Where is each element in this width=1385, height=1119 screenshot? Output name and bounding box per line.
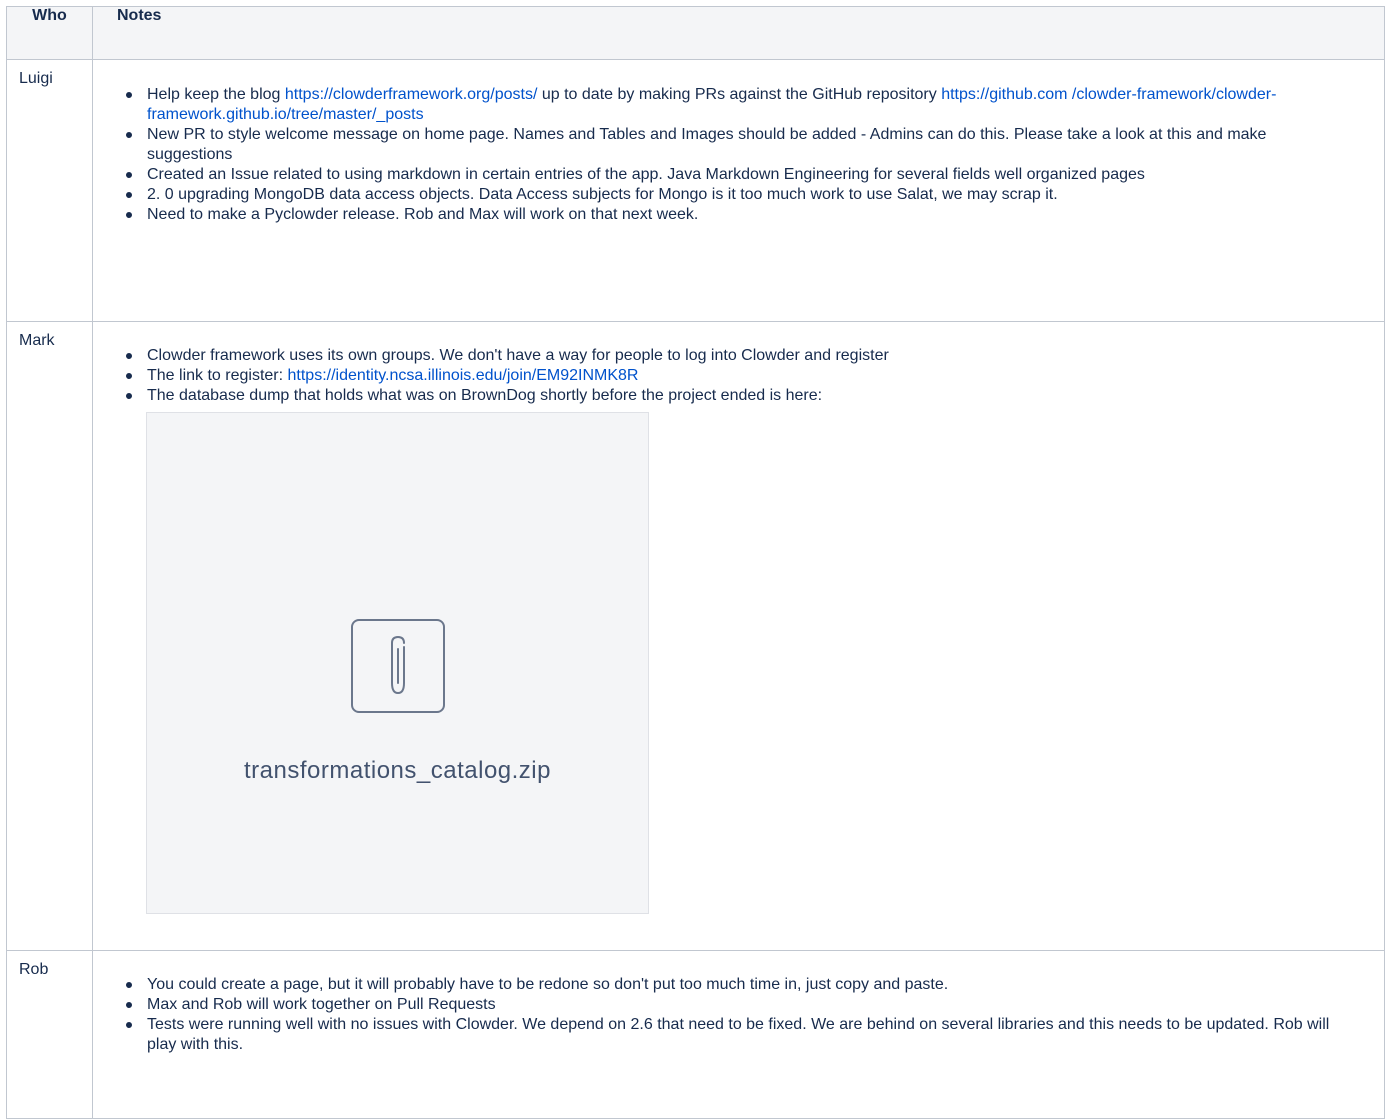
bullet-icon <box>126 353 132 359</box>
note-text: Tests were running well with no issues w… <box>147 1016 1330 1053</box>
blog-posts-link[interactable]: https://clowderframework.org/posts/ <box>285 86 538 103</box>
bullet-icon <box>126 172 132 178</box>
bullet-icon <box>126 1022 132 1028</box>
bullet-icon <box>126 92 132 98</box>
note-text: The link to register: <box>147 367 288 384</box>
bullet-icon <box>126 393 132 399</box>
paperclip-icon <box>350 619 445 713</box>
attachment-preview[interactable]: transformations_catalog.zip <box>146 412 649 914</box>
table-row: Mark Clowder framework uses its own grou… <box>6 321 1385 951</box>
notes-table: Who Notes Luigi Help keep the blog https… <box>6 6 1385 1119</box>
notes-list: Help keep the blog https://clowderframew… <box>93 85 1384 225</box>
note-text: Need to make a Pyclowder release. Rob an… <box>147 206 699 223</box>
note-text: You could create a page, but it will pro… <box>147 976 949 993</box>
list-item: The database dump that holds what was on… <box>93 386 1384 406</box>
who-cell: Rob <box>6 950 93 1119</box>
register-link[interactable]: https://identity.ncsa.illinois.edu/join/… <box>288 367 639 384</box>
list-item: Created an Issue related to using markdo… <box>93 165 1384 185</box>
list-item: New PR to style welcome message on home … <box>93 125 1384 165</box>
note-text: Created an Issue related to using markdo… <box>147 166 1145 183</box>
header-notes: Notes <box>92 6 1385 60</box>
notes-cell: Help keep the blog https://clowderframew… <box>92 59 1385 322</box>
note-text: up to date by making PRs against the Git… <box>537 86 942 103</box>
notes-list: You could create a page, but it will pro… <box>93 975 1384 1055</box>
attachment-filename: transformations_catalog.zip <box>244 757 551 784</box>
bullet-icon <box>126 132 132 138</box>
note-text: Help keep the blog <box>147 86 285 103</box>
notes-cell: Clowder framework uses its own groups. W… <box>92 321 1385 951</box>
list-item: The link to register: https://identity.n… <box>93 366 1384 386</box>
list-item: You could create a page, but it will pro… <box>93 975 1384 995</box>
who-cell: Luigi <box>6 59 93 322</box>
bullet-icon <box>126 1002 132 1008</box>
note-text: Clowder framework uses its own groups. W… <box>147 347 889 364</box>
list-item: Clowder framework uses its own groups. W… <box>93 346 1384 366</box>
header-who: Who <box>6 6 93 60</box>
notes-list: Clowder framework uses its own groups. W… <box>93 346 1384 406</box>
list-item: Tests were running well with no issues w… <box>93 1015 1384 1055</box>
table-row: Luigi Help keep the blog https://clowder… <box>6 59 1385 322</box>
note-text: Max and Rob will work together on Pull R… <box>147 996 496 1013</box>
notes-cell: You could create a page, but it will pro… <box>92 950 1385 1119</box>
note-text: The database dump that holds what was on… <box>147 387 823 404</box>
note-text: New PR to style welcome message on home … <box>147 126 1267 163</box>
list-item: Need to make a Pyclowder release. Rob an… <box>93 205 1384 225</box>
list-item: 2. 0 upgrading MongoDB data access objec… <box>93 185 1384 205</box>
note-text: 2. 0 upgrading MongoDB data access objec… <box>147 186 1058 203</box>
who-cell: Mark <box>6 321 93 951</box>
table-row: Rob You could create a page, but it will… <box>6 950 1385 1119</box>
bullet-icon <box>126 982 132 988</box>
list-item: Max and Rob will work together on Pull R… <box>93 995 1384 1015</box>
bullet-icon <box>126 192 132 198</box>
bullet-icon <box>126 373 132 379</box>
bullet-icon <box>126 212 132 218</box>
table-header-row: Who Notes <box>6 6 1385 60</box>
list-item: Help keep the blog https://clowderframew… <box>93 85 1384 125</box>
